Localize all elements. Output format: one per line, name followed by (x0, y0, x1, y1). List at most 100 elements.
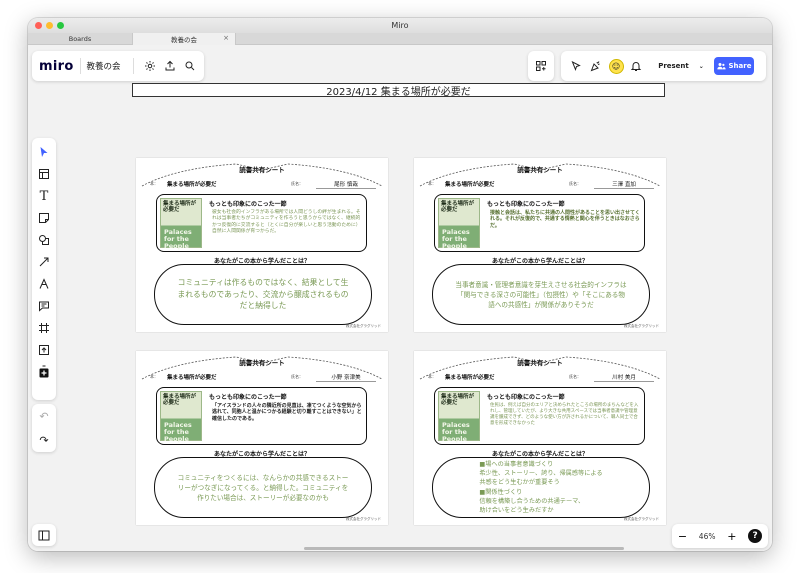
board-canvas[interactable]: miro 教養の会 ☺ Present ⌄ Share 2023/4/12 集ま… (28, 45, 772, 551)
name-label: 氏名： (569, 181, 581, 186)
reading-sheet[interactable]: 読書共有シート 本： 集まる場所が必要だ 氏名： 川村 美月 集まる場所が必要だ… (414, 351, 666, 525)
top-left-panel: miro 教養の会 (32, 51, 204, 81)
book-label: 本： (428, 374, 436, 379)
quote-heading: もっとも印象にのこった一節 (209, 394, 287, 401)
sheet-title: 読書共有シート (239, 359, 285, 367)
author-name: 小野 奈津美 (316, 373, 376, 382)
comment-icon[interactable] (34, 295, 54, 317)
sheet-title: 読書共有シート (239, 166, 285, 174)
quote-box: 集まる場所が必要だ Palaces for the People もっとも印象にの… (434, 194, 645, 252)
sheet-footer: 株式会社グラグリッド (346, 517, 381, 521)
pen-icon[interactable] (34, 273, 54, 295)
zoom-in-button[interactable]: + (727, 530, 736, 543)
connection-line-icon[interactable] (34, 251, 54, 273)
chevron-down-icon: ⌄ (698, 62, 704, 70)
board-panel-toggle-icon[interactable] (32, 524, 56, 546)
sheet-footer: 株式会社グラグリッド (624, 324, 659, 328)
redo-icon[interactable]: ↷ (34, 429, 54, 451)
quote-box: 集まる場所が必要だ Palaces for the People もっとも印象にの… (156, 387, 367, 445)
learning-line: ■関係性づくり (479, 488, 523, 496)
quote-heading: もっとも印象にのこった一節 (487, 201, 565, 208)
quote-heading: もっとも印象にのこった一節 (209, 201, 287, 208)
name-label: 氏名： (291, 181, 303, 186)
book-cover-title: 集まる場所が必要だ (163, 394, 197, 407)
book-cover: 集まる場所が必要だ Palaces for the People (438, 198, 480, 250)
minimize-window-button[interactable] (46, 22, 53, 29)
tab-label: 教養の会 (171, 36, 197, 44)
tab-bar: Boards 教養の会 × (28, 33, 772, 45)
select-tool-icon[interactable] (34, 141, 54, 163)
text-tool-icon[interactable]: T (34, 185, 54, 207)
author-name: 川村 美月 (594, 373, 654, 382)
quote-box: 集まる場所が必要だ Palaces for the People もっとも印象にの… (156, 194, 367, 252)
notifications-bell-icon[interactable] (626, 56, 646, 76)
divider (132, 58, 134, 74)
quote-text: 「アイスランドの人々の隣近所の見直は、凍てつくような空気から逃れて、同胞人と温か… (212, 403, 362, 422)
reading-sheet[interactable]: 読書共有シート 本： 集まる場所が必要だ 氏名： 尾形 慎哉 集まる場所が必要だ… (136, 158, 388, 332)
apps-grid-icon[interactable] (531, 56, 551, 76)
book-label: 本： (428, 181, 436, 186)
share-button[interactable]: Share (714, 57, 754, 75)
apps-panel (528, 51, 554, 81)
zoom-out-button[interactable]: − (678, 530, 687, 543)
quote-text: 接触と会話は、私たちに共通の人間性があることを思い出させてくれる。それが反復的で… (490, 210, 640, 229)
zoom-panel: − 46% + ? (672, 524, 768, 548)
quote-text: 住民は、例えば自分のエリアと決められたところの場所のまちんなどを入れし、管理して… (490, 403, 639, 426)
sheet-footer: 株式会社グラグリッド (346, 324, 381, 328)
quote-box: 集まる場所が必要だ Palaces for the People もっとも印象にの… (434, 387, 645, 445)
quote-text: 彼女も社会的インフラがある場所では人間どうしの絆が生まれる。それは当事者たちがコ… (212, 210, 361, 235)
book-cover-english-title: Palaces for the People (442, 421, 470, 443)
tab-boards[interactable]: Boards (28, 33, 132, 45)
templates-icon[interactable] (34, 163, 54, 185)
sticky-note-icon[interactable] (34, 207, 54, 229)
zoom-level[interactable]: 46% (699, 532, 716, 541)
reading-sheet[interactable]: 読書共有シート 本： 集まる場所が必要だ 氏名： 三澤 直加 集まる場所が必要だ… (414, 158, 666, 332)
frame-icon[interactable] (34, 317, 54, 339)
left-toolbar: T (32, 138, 56, 400)
book-cover-title: 集まる場所が必要だ (441, 394, 475, 407)
settings-icon[interactable] (140, 56, 160, 76)
sheet-title: 読書共有シート (517, 359, 563, 367)
board-title-frame[interactable]: 2023/4/12 集まる場所が必要だ (132, 83, 665, 98)
book-cover-english-title: Palaces for the People (164, 421, 192, 443)
close-tab-icon[interactable]: × (223, 34, 229, 42)
present-label: Present (658, 62, 689, 70)
more-tools-icon[interactable] (34, 361, 54, 383)
divider (79, 58, 81, 74)
book-title: 集まる場所が必要だ (167, 182, 217, 188)
upload-icon[interactable] (160, 56, 180, 76)
book-title: 集まる場所が必要だ (167, 375, 217, 381)
tab-label: Boards (68, 35, 92, 43)
help-button[interactable]: ? (748, 529, 763, 543)
undo-icon[interactable]: ↶ (34, 405, 54, 427)
horizontal-scrollbar[interactable] (304, 547, 624, 550)
learning-line: 助け合いをどう生みだすか (479, 507, 554, 515)
learning-text: コミュニティをつくるには、なんらかの共感できるストーリーがつなぎになってくる。と… (154, 457, 372, 518)
maximize-window-button[interactable] (57, 22, 64, 29)
miro-logo[interactable]: miro (39, 59, 74, 74)
search-icon[interactable] (180, 56, 200, 76)
book-cover-title: 集まる場所が必要だ (441, 201, 475, 214)
book-cover-english-title: Palaces for the People (164, 228, 192, 250)
shapes-icon[interactable] (34, 229, 54, 251)
celebrate-icon[interactable] (586, 56, 606, 76)
avatar-face-icon: ☺ (608, 58, 624, 74)
learning-line: 希少性、ストーリー、誇り、帰属感等による (479, 469, 603, 477)
user-avatar[interactable]: ☺ (606, 56, 626, 76)
learning-text: コミュニティは作るものではなく、結果として生まれるものであったり、交流から醸成さ… (154, 264, 372, 325)
book-cover: 集まる場所が必要だ Palaces for the People (160, 198, 202, 250)
tab-board[interactable]: 教養の会 × (132, 33, 236, 45)
close-window-button[interactable] (35, 22, 42, 29)
reading-sheet[interactable]: 読書共有シート 本： 集まる場所が必要だ 氏名： 小野 奈津美 集まる場所が必要… (136, 351, 388, 525)
upload-file-icon[interactable] (34, 339, 54, 361)
book-title: 集まる場所が必要だ (445, 182, 495, 188)
book-title: 集まる場所が必要だ (445, 375, 495, 381)
board-name[interactable]: 教養の会 (87, 60, 121, 72)
learning-text: 当事者意識・管理者意識を芽生えさせる社会的インフラは「関与できる深さの可能性」（… (432, 264, 650, 325)
present-button[interactable]: Present ⌄ (652, 57, 710, 75)
author-name: 尾形 慎哉 (316, 180, 376, 189)
cursor-follow-icon[interactable] (566, 56, 586, 76)
name-label: 氏名： (291, 374, 303, 379)
learning-line: ■場への当事者意識づくり (479, 460, 554, 468)
name-label: 氏名： (569, 374, 581, 379)
